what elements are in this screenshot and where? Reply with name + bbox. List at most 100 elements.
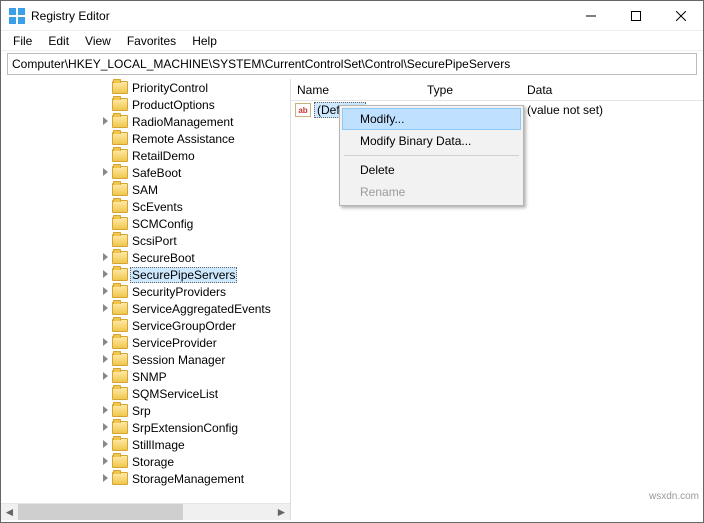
tree-node-radiomanagement[interactable]: RadioManagement [101,113,273,130]
expander-icon[interactable] [101,304,110,313]
expander-icon[interactable] [101,440,110,449]
tree-label[interactable]: ScsiPort [130,234,179,248]
expander-icon[interactable] [101,168,110,177]
tree-label[interactable]: RetailDemo [130,149,197,163]
tree-node-remote-assistance[interactable]: Remote Assistance [101,130,273,147]
folder-icon [112,251,128,264]
folder-icon [112,455,128,468]
minimize-button[interactable] [568,1,613,30]
tree-node-serviceprovider[interactable]: ServiceProvider [101,334,273,351]
tree-node-sam[interactable]: SAM [101,181,273,198]
menu-view[interactable]: View [77,32,119,50]
expander-icon[interactable] [101,372,110,381]
string-value-icon: ab [295,103,311,117]
tree-label[interactable]: SCMConfig [130,217,195,231]
tree-node-serviceaggregatedevents[interactable]: ServiceAggregatedEvents [101,300,273,317]
tree-label[interactable]: SAM [130,183,160,197]
expander-icon[interactable] [101,270,110,279]
tree-node-snmp[interactable]: SNMP [101,368,273,385]
scroll-right-icon[interactable]: ► [273,504,290,521]
tree-node-stillimage[interactable]: StillImage [101,436,273,453]
ctx-delete[interactable]: Delete [342,159,521,181]
tree-label[interactable]: SecureBoot [130,251,197,265]
tree-node-retaildemo[interactable]: RetailDemo [101,147,273,164]
menu-edit[interactable]: Edit [40,32,77,50]
folder-icon [112,370,128,383]
tree-label[interactable]: PriorityControl [130,81,210,95]
tree-node-servicegrouporder[interactable]: ServiceGroupOrder [101,317,273,334]
tree-node-safeboot[interactable]: SafeBoot [101,164,273,181]
scroll-track[interactable] [18,504,273,520]
close-button[interactable] [658,1,703,30]
menu-help[interactable]: Help [184,32,225,50]
tree-hscrollbar[interactable]: ◄ ► [1,503,290,520]
expander-icon[interactable] [101,253,110,262]
expander-icon[interactable] [101,338,110,347]
tree-node-storagemanagement[interactable]: StorageManagement [101,470,273,487]
tree-label[interactable]: Session Manager [130,353,227,367]
expander-icon[interactable] [101,474,110,483]
menu-favorites[interactable]: Favorites [119,32,184,50]
tree-label[interactable]: ProductOptions [130,98,217,112]
tree-label[interactable]: SQMServiceList [130,387,220,401]
tree-panel[interactable]: PriorityControl ProductOptions RadioManage… [1,79,291,520]
tree-label[interactable]: SNMP [130,370,169,384]
folder-icon [112,81,128,94]
expander-icon[interactable] [101,457,110,466]
ctx-rename: Rename [342,181,521,203]
ctx-separator [344,155,519,156]
tree-label[interactable]: RadioManagement [130,115,235,129]
folder-icon [112,217,128,230]
list-panel[interactable]: Name Type Data ab (Default) REG_SZ (valu… [291,79,703,520]
expander-icon[interactable] [101,406,110,415]
tree-node-session-manager[interactable]: Session Manager [101,351,273,368]
tree-label[interactable]: Remote Assistance [130,132,237,146]
address-bar[interactable]: Computer\HKEY_LOCAL_MACHINE\SYSTEM\Curre… [7,53,697,75]
tree-node-storage[interactable]: Storage [101,453,273,470]
ctx-modify-binary[interactable]: Modify Binary Data... [342,130,521,152]
col-name[interactable]: Name [291,79,421,100]
tree-label[interactable]: StorageManagement [130,472,246,486]
expander-icon[interactable] [101,117,110,126]
titlebar: Registry Editor [1,1,703,31]
tree-label[interactable]: SrpExtensionConfig [130,421,240,435]
tree-label[interactable]: StillImage [130,438,187,452]
context-menu: Modify... Modify Binary Data... Delete R… [339,105,524,206]
tree-label[interactable]: Srp [130,404,153,418]
scroll-left-icon[interactable]: ◄ [1,504,18,521]
tree-node-scevents[interactable]: ScEvents [101,198,273,215]
folder-icon [112,387,128,400]
tree-node-srp[interactable]: Srp [101,402,273,419]
tree-label[interactable]: Storage [130,455,176,469]
tree-node-securepipeservers[interactable]: SecurePipeServers [101,266,273,283]
app-icon [9,8,25,24]
tree-node-securityproviders[interactable]: SecurityProviders [101,283,273,300]
tree-node-srpextensionconfig[interactable]: SrpExtensionConfig [101,419,273,436]
tree-node-scmconfig[interactable]: SCMConfig [101,215,273,232]
col-data[interactable]: Data [521,79,703,100]
tree-label[interactable]: ServiceGroupOrder [130,319,238,333]
tree-node-secureboot[interactable]: SecureBoot [101,249,273,266]
tree-label[interactable]: SafeBoot [130,166,183,180]
folder-icon [112,404,128,417]
tree-label[interactable]: ScEvents [130,200,185,214]
tree-label[interactable]: SecurityProviders [130,285,228,299]
menu-file[interactable]: File [5,32,40,50]
tree-node-productoptions[interactable]: ProductOptions [101,96,273,113]
folder-icon [112,115,128,128]
expander-icon[interactable] [101,423,110,432]
expander-icon[interactable] [101,355,110,364]
ctx-modify[interactable]: Modify... [342,108,521,130]
tree-label[interactable]: ServiceAggregatedEvents [130,302,273,316]
tree-node-sqmservicelist[interactable]: SQMServiceList [101,385,273,402]
scroll-thumb[interactable] [18,504,183,520]
tree-node-scsiport[interactable]: ScsiPort [101,232,273,249]
folder-icon [112,268,128,281]
tree-label[interactable]: ServiceProvider [130,336,219,350]
tree-node-prioritycontrol[interactable]: PriorityControl [101,79,273,96]
col-type[interactable]: Type [421,79,521,100]
expander-icon[interactable] [101,287,110,296]
maximize-button[interactable] [613,1,658,30]
watermark: wsxdn.com [649,491,699,502]
tree-label[interactable]: SecurePipeServers [130,267,237,283]
